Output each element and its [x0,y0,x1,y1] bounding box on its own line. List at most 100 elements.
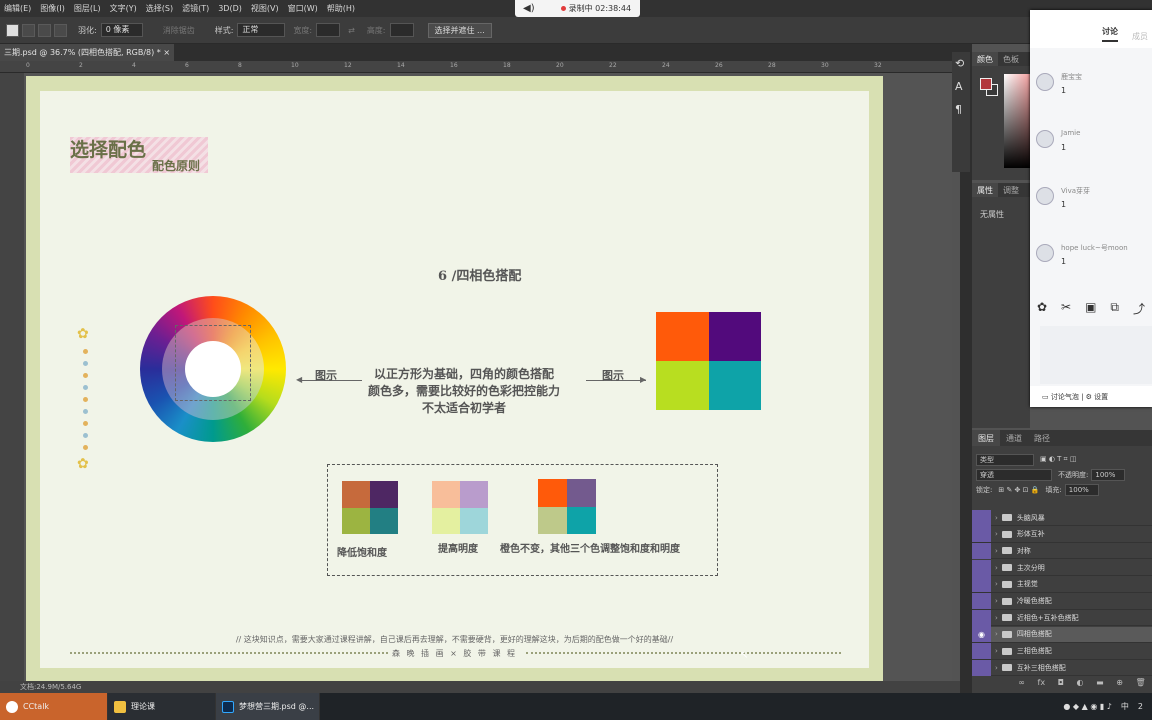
visibility-toggle[interactable] [972,643,991,660]
tab-properties[interactable]: 属性 [972,183,998,197]
image-icon[interactable]: ▣ [1085,300,1096,320]
history-icon[interactable]: ⟲ [955,57,970,70]
layer-row[interactable]: › 形体互补 [972,526,1152,543]
color-picker-field[interactable] [1004,74,1030,168]
tab-color[interactable]: 颜色 [972,52,998,66]
menu-select[interactable]: 选择(S) [146,3,173,14]
fill-input[interactable]: 100% [1064,483,1099,496]
tab-members[interactable]: 成员 [1132,31,1148,42]
menu-view[interactable]: 视图(V) [251,3,279,14]
swap-icon[interactable]: ⇄ [348,26,355,35]
taskbar-label: CCtalk [23,702,50,711]
ime-indicator[interactable]: 中 [1121,701,1129,712]
antialias-checkbox[interactable]: 消除锯齿 [163,25,195,36]
taskbar-cctalk[interactable]: CCtalk [0,693,108,720]
chat-input[interactable] [1040,326,1152,384]
width-input[interactable] [316,23,341,37]
flower-icon[interactable]: ✿ [1037,300,1047,320]
opacity-input[interactable]: 100% [1091,468,1126,481]
menu-edit[interactable]: 编辑(E) [4,3,31,14]
blend-mode-select[interactable]: 穿透 [976,468,1052,481]
expand-arrow-icon[interactable]: › [995,647,998,655]
tetrad-color-square [656,312,761,410]
layer-row[interactable]: › 主视觉 [972,576,1152,593]
height-input[interactable] [389,23,414,37]
menu-help[interactable]: 帮助(H) [327,3,355,14]
visibility-toggle[interactable] [972,593,991,609]
style-label: 样式: [214,25,234,35]
menu-window[interactable]: 窗口(W) [288,3,318,14]
intersect-selection-icon[interactable] [54,23,67,37]
foreground-color-swatch[interactable] [980,78,992,90]
trash-icon[interactable]: 🗑 [1135,678,1145,692]
style-select[interactable]: 正常 [237,23,286,37]
scissors-icon[interactable]: ✂ [1061,300,1071,320]
tab-swatches[interactable]: 色板 [998,52,1024,66]
menu-type[interactable]: 文字(Y) [110,3,137,14]
layer-row[interactable]: ◉ › 四相色搭配 [972,626,1152,643]
folder-icon[interactable]: ▬ [1096,678,1104,692]
expand-arrow-icon[interactable]: › [995,580,998,588]
filter-icons[interactable]: ▣ ◐ T ⌗ ◫ [1040,455,1076,464]
screenshot-icon[interactable]: ⧉ [1110,300,1119,320]
expand-arrow-icon[interactable]: › [995,597,998,605]
expand-arrow-icon[interactable]: › [995,630,998,638]
visibility-toggle[interactable] [972,542,991,559]
character-icon[interactable]: A [955,80,970,93]
taskbar-photoshop[interactable]: 梦想营三期.psd @... [216,693,320,720]
layer-row[interactable]: › 冷暖色搭配 [972,593,1152,610]
menu-layer[interactable]: 图层(L) [74,3,101,14]
new-selection-icon[interactable] [6,23,19,37]
vertical-ruler [0,73,24,681]
fx-icon[interactable]: fx [1038,678,1046,692]
layer-row[interactable]: › 互补三相色搭配 [972,659,1152,677]
document-tab[interactable]: 三期.psd @ 36.7% (四相色搭配, RGB/8) * × [0,44,175,61]
discussion-bubble-toggle[interactable]: 讨论气泡 [1051,392,1079,402]
visibility-toggle[interactable] [972,509,991,526]
expand-arrow-icon[interactable]: › [995,664,998,672]
visibility-toggle[interactable] [972,609,991,626]
select-and-mask-button[interactable]: 选择并遮住 ... [427,22,492,38]
adjustment-icon[interactable]: ◐ [1077,678,1084,692]
tab-discussion[interactable]: 讨论 [1102,26,1118,42]
layer-row[interactable]: › 头脑风暴 [972,509,1152,526]
eye-icon[interactable]: ◉ [972,626,991,643]
tab-adjustments[interactable]: 调整 [998,183,1024,197]
share-icon[interactable]: ⤴ [1133,300,1145,320]
visibility-toggle[interactable] [972,559,991,576]
layer-row[interactable]: › 主次分明 [972,559,1152,577]
message-text: 1 [1061,257,1067,266]
expand-arrow-icon[interactable]: › [995,514,998,522]
menu-filter[interactable]: 滤镜(T) [182,3,209,14]
taskbar-folder[interactable]: 理论课 [108,693,216,720]
tab-channels[interactable]: 通道 [1000,430,1028,446]
layer-row[interactable]: › 近相色+互补色搭配 [972,609,1152,627]
clock[interactable]: 2 [1138,702,1143,711]
link-icon[interactable]: ∞ [1018,678,1025,692]
visibility-toggle[interactable] [972,576,991,593]
lock-icons[interactable]: ⊞ ✎ ✥ ⊡ 🔒 [998,486,1039,494]
layer-kind-select[interactable]: 类型 [976,453,1034,466]
add-selection-icon[interactable] [22,23,35,37]
expand-arrow-icon[interactable]: › [995,614,998,622]
artboard[interactable]: 选择配色 配色原则 ✿ ✿ 6 /四相色搭配 ◀ ▶ 图示 图示 以正方形为基础… [26,76,883,681]
feather-input[interactable]: 0 像素 [100,23,143,37]
new-layer-icon[interactable]: ⊕ [1116,678,1123,692]
tab-layers[interactable]: 图层 [972,430,1000,446]
settings-button[interactable]: 设置 [1094,392,1108,402]
paragraph-icon[interactable]: ¶ [955,103,970,116]
layer-row[interactable]: › 三相色搭配 [972,643,1152,660]
menu-image[interactable]: 图像(I) [40,3,65,14]
expand-arrow-icon[interactable]: › [995,530,998,538]
mask-icon[interactable]: ◘ [1058,678,1064,692]
tray-icons[interactable]: ● ◆ ▲ ◉ ▮ ♪ [1063,702,1112,711]
expand-arrow-icon[interactable]: › [995,547,998,555]
tab-paths[interactable]: 路径 [1028,430,1056,446]
subtract-selection-icon[interactable] [38,23,51,37]
speaker-icon[interactable]: ◀) [523,3,535,14]
visibility-toggle[interactable] [972,659,991,676]
expand-arrow-icon[interactable]: › [995,564,998,572]
visibility-toggle[interactable] [972,526,991,543]
menu-3d[interactable]: 3D(D) [218,4,242,13]
layer-row[interactable]: › 对称 [972,542,1152,560]
